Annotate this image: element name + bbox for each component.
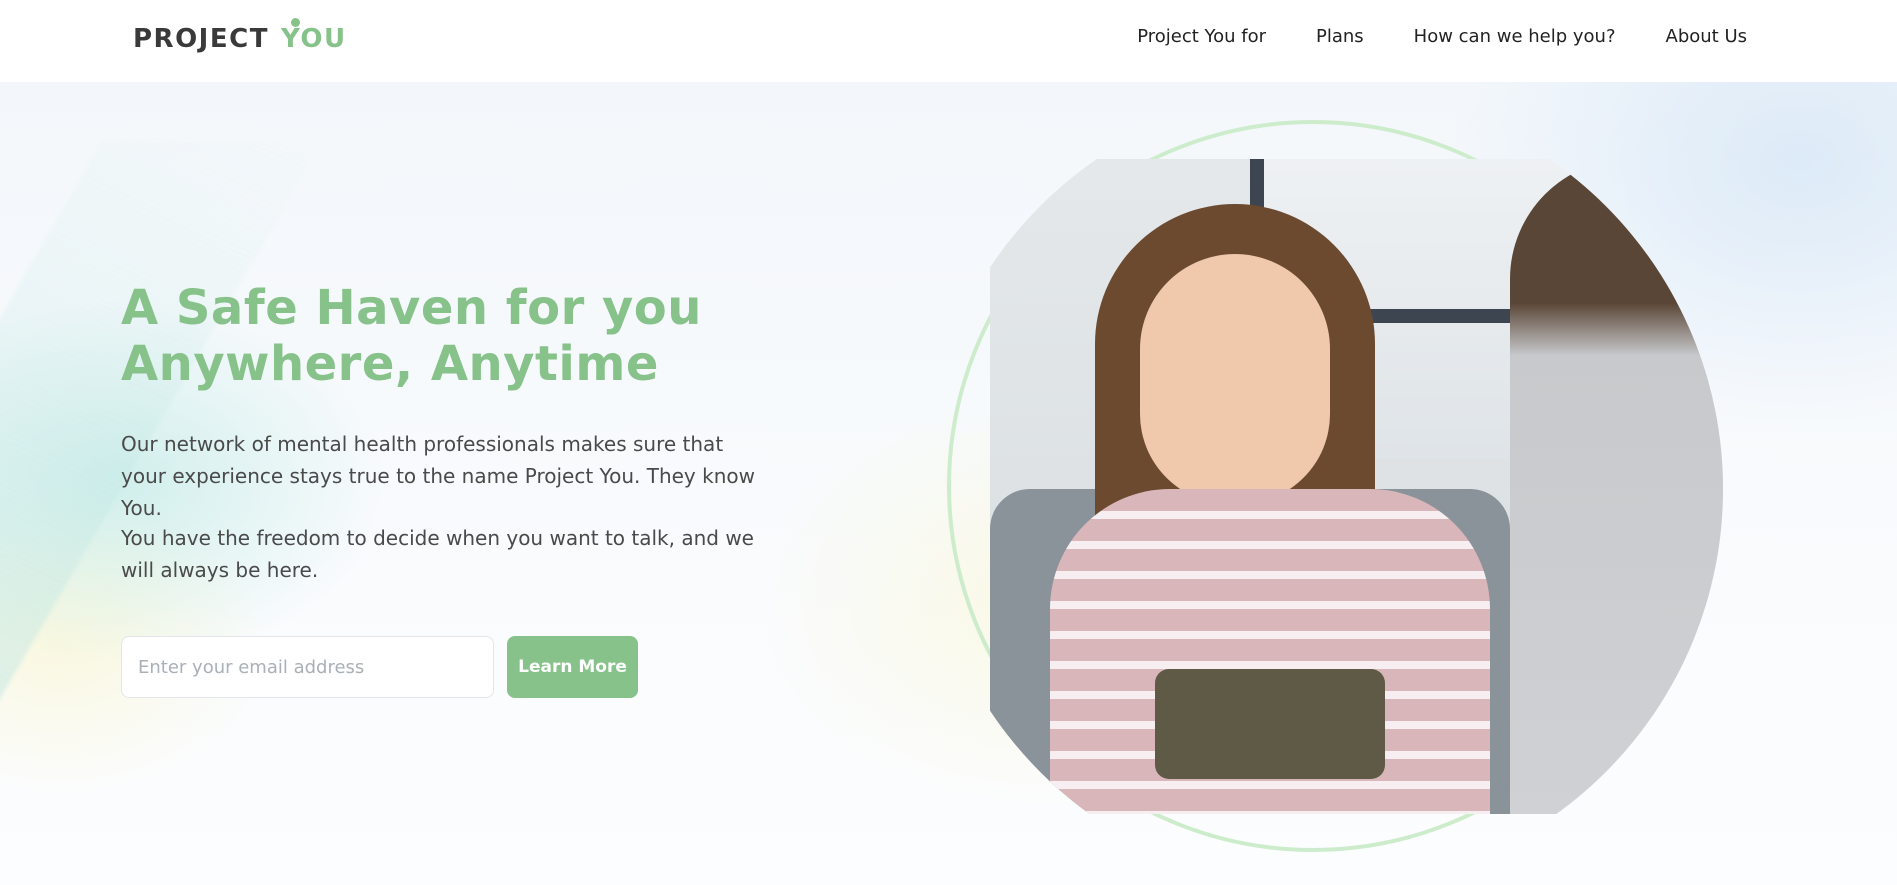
photo-girl-face xyxy=(1140,254,1330,504)
decorative-gradient-stripe xyxy=(0,142,322,702)
nav-item-plans[interactable]: Plans xyxy=(1316,26,1364,47)
photo-bag xyxy=(1155,669,1385,779)
nav-item-about-us[interactable]: About Us xyxy=(1666,26,1748,47)
hero-paragraph-freedom: You have the freedom to decide when you … xyxy=(121,526,754,582)
site-header: PROJECT YOU Project You for Plans How ca… xyxy=(0,0,1897,82)
headline-line-1: A Safe Haven for you xyxy=(121,280,702,336)
logo-text-project: PROJECT xyxy=(133,24,269,54)
hero-paragraph-network: Our network of mental health professiona… xyxy=(121,432,755,520)
learn-more-button[interactable]: Learn More xyxy=(507,636,638,698)
hero-headline: A Safe Haven for you Anywhere, Anytime xyxy=(121,280,881,392)
nav-item-project-you-for[interactable]: Project You for xyxy=(1137,26,1266,47)
email-input[interactable] xyxy=(121,636,494,698)
main-nav: Project You for Plans How can we help yo… xyxy=(1087,22,1747,50)
headline-line-2: Anywhere, Anytime xyxy=(121,336,659,392)
nav-item-how-can-we-help[interactable]: How can we help you? xyxy=(1414,26,1616,47)
project-you-logo[interactable]: PROJECT YOU xyxy=(133,18,347,56)
logo-text-you: YOU xyxy=(280,18,347,54)
